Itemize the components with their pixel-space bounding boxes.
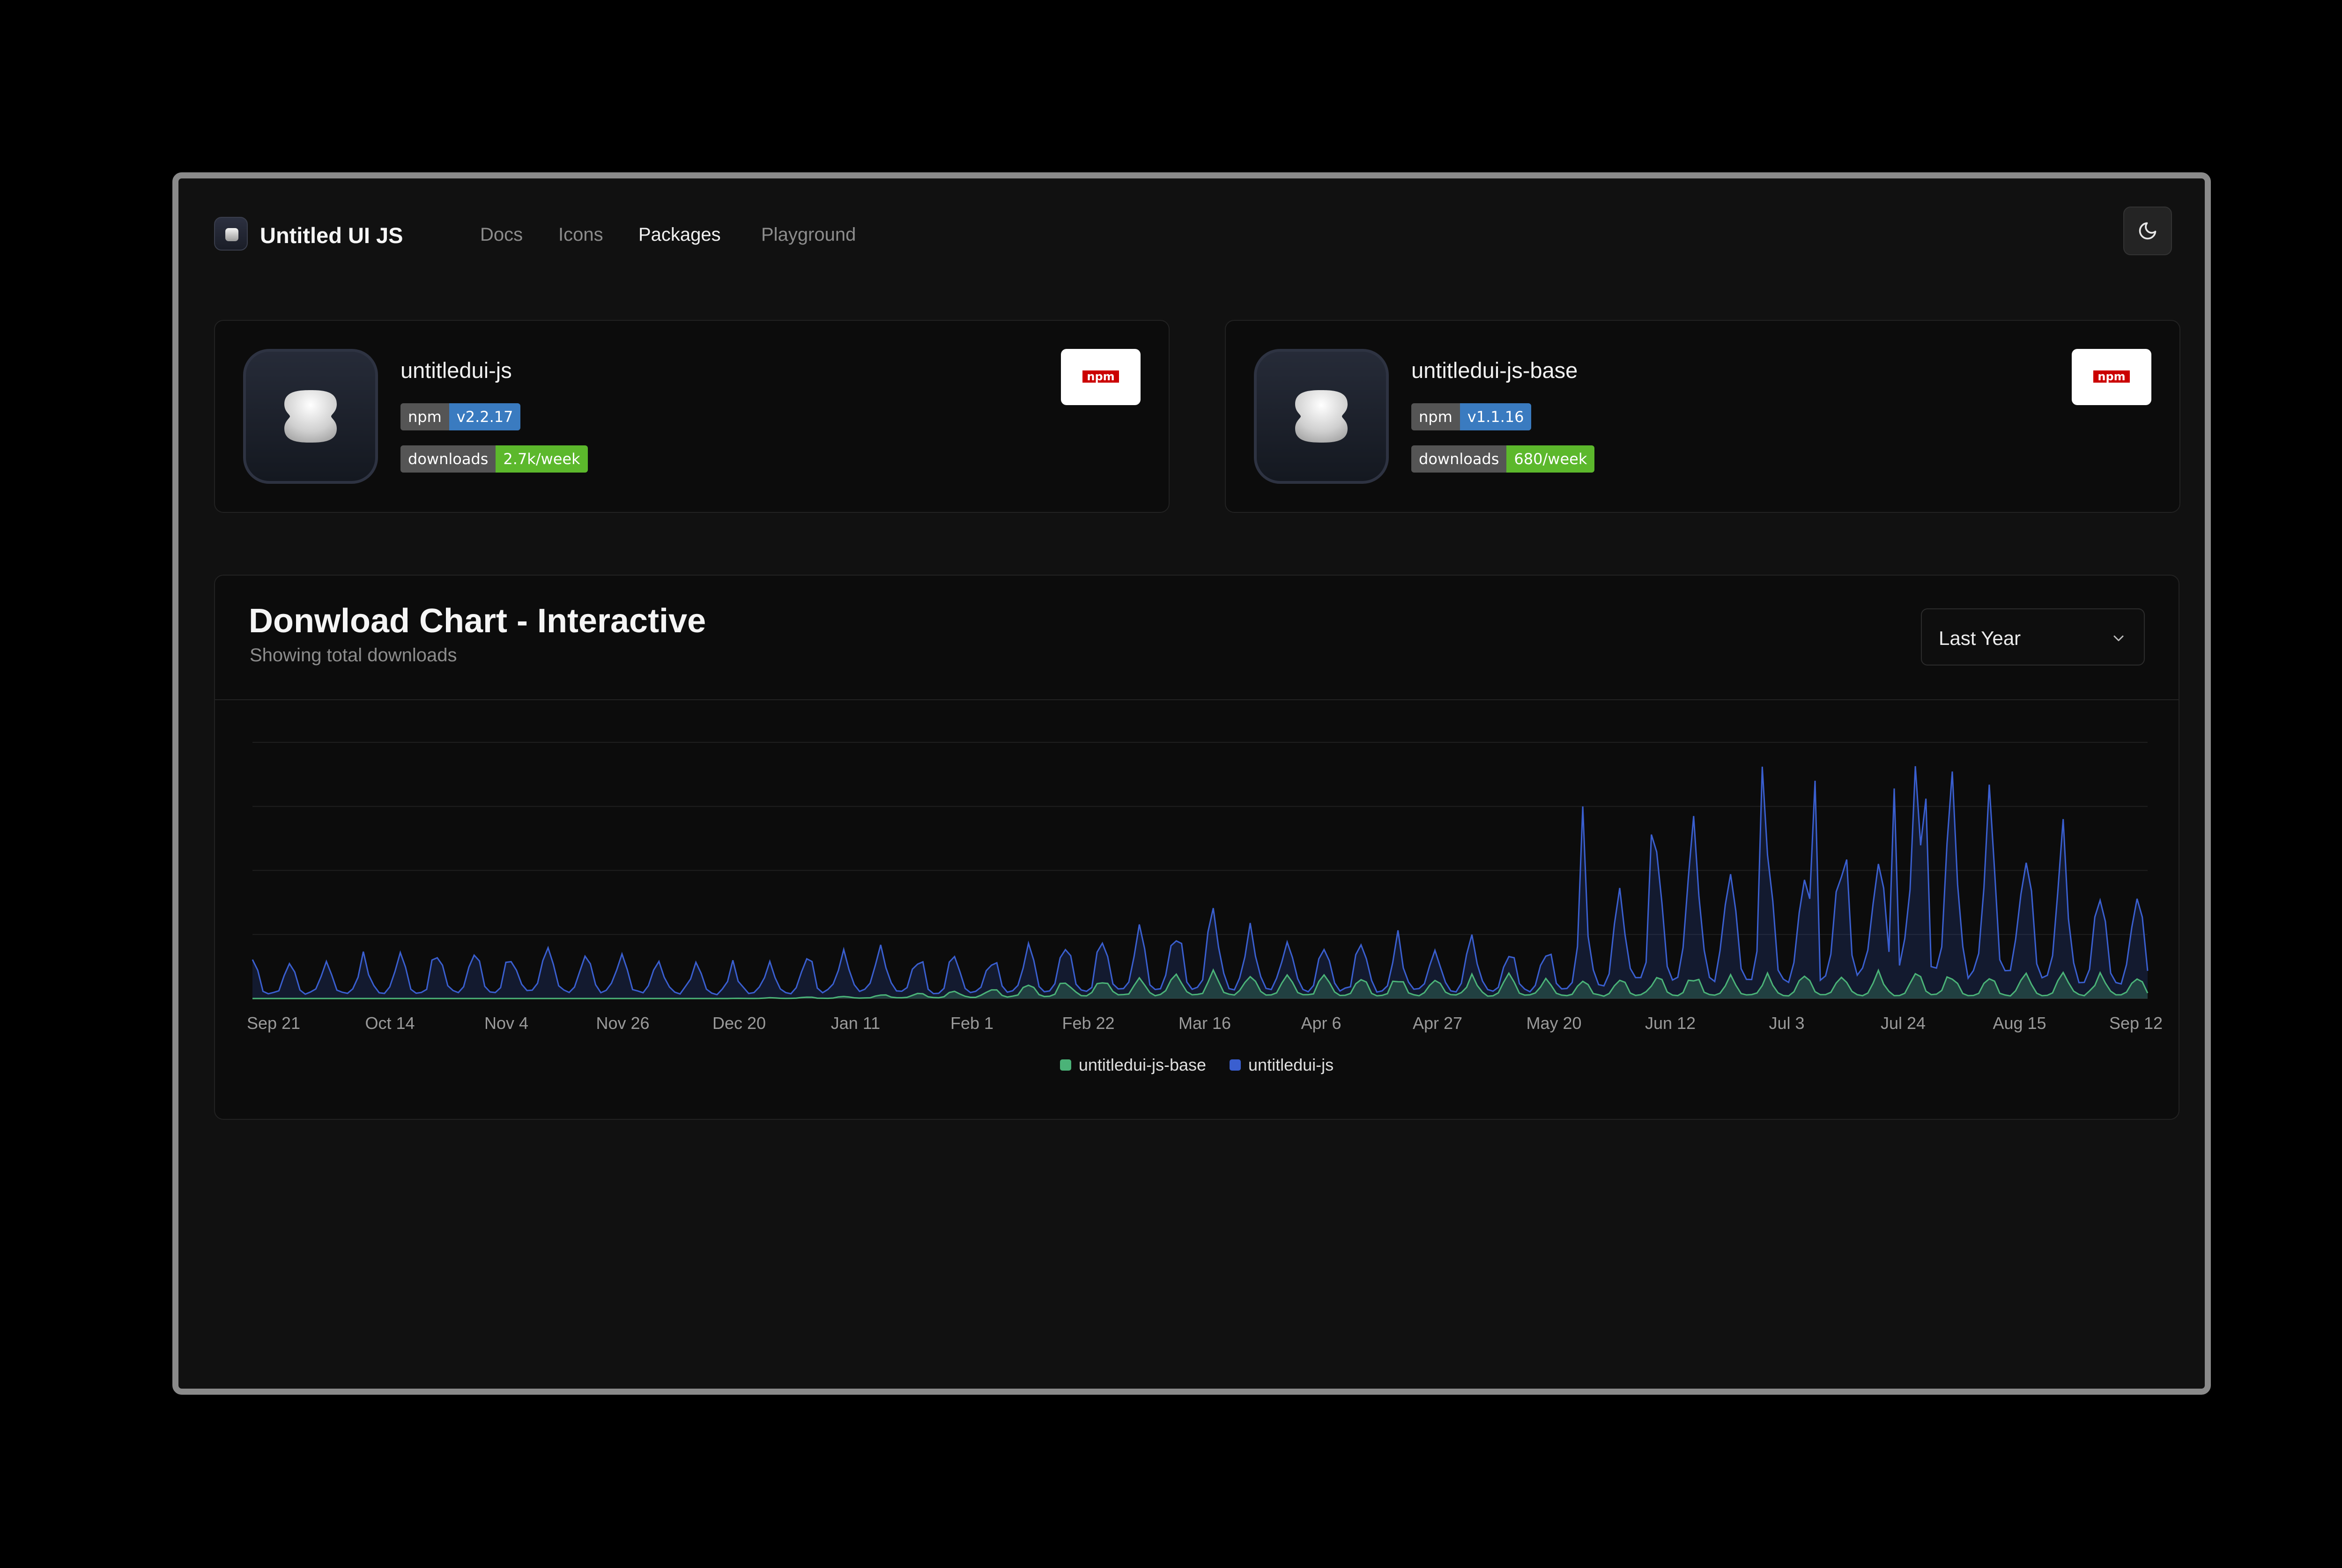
- time-range-select[interactable]: Last Year: [1921, 608, 2145, 666]
- svg-text:npm: npm: [2097, 370, 2125, 383]
- top-nav: Untitled UI JS Docs Icons Packages Playg…: [214, 207, 2172, 258]
- x-tick-label: Aug 15: [1993, 1013, 2046, 1033]
- npm-icon: npm: [1082, 370, 1119, 383]
- x-tick-label: Apr 6: [1301, 1013, 1341, 1033]
- package-name: untitledui-js-base: [1411, 358, 1578, 383]
- moon-icon: [2139, 222, 2157, 240]
- x-tick-label: Feb 22: [1062, 1013, 1114, 1033]
- package-name: untitledui-js: [400, 358, 512, 383]
- downloads-badge: downloads 2.7k/week: [400, 445, 588, 473]
- download-area-chart[interactable]: Sep 21 Oct 14 Nov 4 Nov 26 Dec 20 Jan 11 Feb 1…: [215, 700, 2179, 1051]
- x-tick-label: Jun 12: [1645, 1013, 1696, 1033]
- nav-link-playground[interactable]: Playground: [761, 224, 856, 245]
- x-tick-label: Jul 3: [1769, 1013, 1804, 1033]
- legend-item-js[interactable]: untitledui-js: [1230, 1055, 1334, 1075]
- x-tick-label: Apr 27: [1413, 1013, 1462, 1033]
- logo-icon[interactable]: [214, 217, 248, 251]
- chevron-down-icon: [2113, 636, 2124, 641]
- x-tick-label: Nov 4: [484, 1013, 528, 1033]
- legend-swatch-base: [1060, 1059, 1071, 1071]
- time-range-value: Last Year: [1939, 627, 2021, 649]
- x-tick-label: Nov 26: [596, 1013, 649, 1033]
- x-tick-label: Dec 20: [712, 1013, 766, 1033]
- chart-legend: untitledui-js-base untitledui-js: [215, 1053, 2179, 1077]
- package-logo-icon: [1254, 349, 1389, 484]
- x-tick-label: Mar 16: [1178, 1013, 1231, 1033]
- theme-toggle-button[interactable]: [2123, 207, 2172, 255]
- npm-version-badge: npm v1.1.16: [1411, 403, 1532, 430]
- chart-title: Donwload Chart - Interactive: [249, 602, 706, 640]
- x-tick-label: Feb 1: [950, 1013, 993, 1033]
- legend-item-base[interactable]: untitledui-js-base: [1060, 1055, 1206, 1075]
- x-tick-label: Sep 21: [247, 1013, 300, 1033]
- svg-text:npm: npm: [1087, 370, 1114, 383]
- app-window: Untitled UI JS Docs Icons Packages Playg…: [172, 172, 2211, 1395]
- download-chart-card: Donwload Chart - Interactive Showing tot…: [214, 575, 2179, 1120]
- npm-link-button[interactable]: npm: [1061, 349, 1141, 405]
- x-tick-label: May 20: [1526, 1013, 1581, 1033]
- brand-name[interactable]: Untitled UI JS: [260, 222, 403, 248]
- npm-link-button[interactable]: npm: [2072, 349, 2151, 405]
- series-untitledui-js-line[interactable]: [252, 766, 2149, 996]
- legend-swatch-js: [1230, 1059, 1241, 1071]
- package-logo-icon: [243, 349, 378, 484]
- nav-link-packages[interactable]: Packages: [638, 224, 721, 245]
- nav-link-icons[interactable]: Icons: [558, 224, 603, 245]
- x-tick-label: Oct 14: [365, 1013, 415, 1033]
- npm-version-badge: npm v2.2.17: [400, 403, 521, 430]
- package-card-untitledui-js: untitledui-js npm v2.2.17 downloads 2.7k…: [214, 320, 1170, 513]
- npm-icon: npm: [2093, 370, 2130, 383]
- nav-link-docs[interactable]: Docs: [480, 224, 523, 245]
- x-tick-label: Sep 12: [2109, 1013, 2163, 1033]
- chart-subtitle: Showing total downloads: [250, 645, 457, 666]
- x-tick-label: Jul 24: [1881, 1013, 1926, 1033]
- package-card-untitledui-js-base: untitledui-js-base npm v1.1.16 downloads…: [1225, 320, 2180, 513]
- downloads-badge: downloads 680/week: [1411, 445, 1595, 473]
- x-tick-label: Jan 11: [831, 1013, 880, 1033]
